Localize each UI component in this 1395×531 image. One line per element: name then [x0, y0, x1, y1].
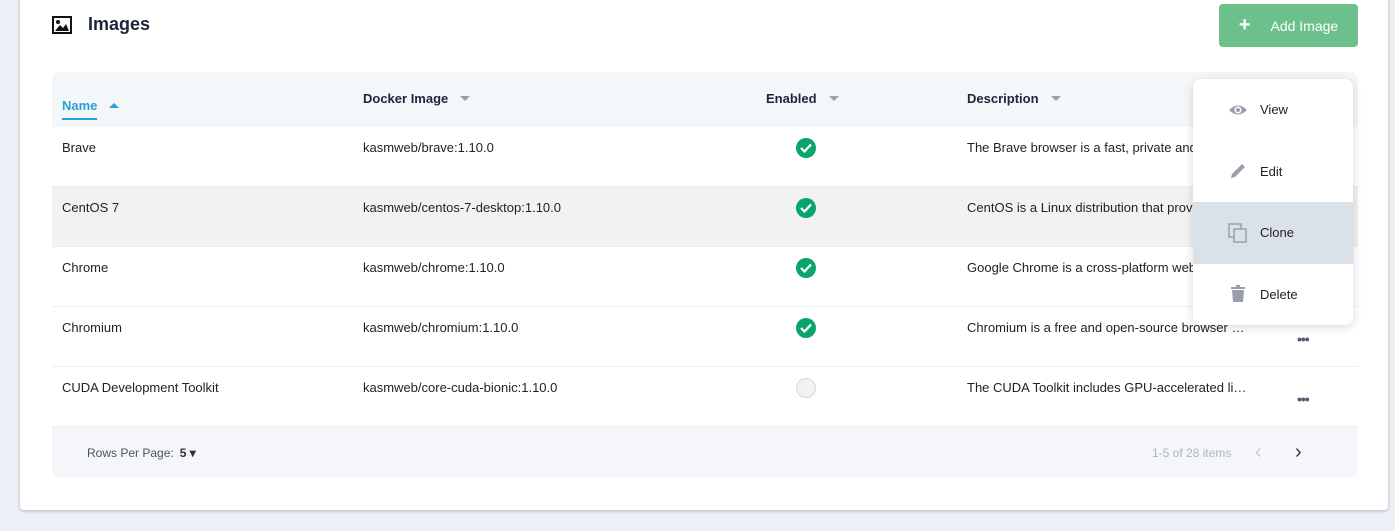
cell-description: The CUDA Toolkit includes GPU-accelerate… — [967, 380, 1249, 395]
column-header-name[interactable]: Name — [62, 91, 120, 120]
more-actions-icon[interactable]: ••• — [1297, 391, 1310, 407]
clone-icon — [1228, 223, 1247, 243]
page-title: Images — [52, 14, 150, 35]
cell-name: CUDA Development Toolkit — [62, 380, 219, 395]
table-row[interactable]: Chrome kasmweb/chrome:1.10.0 Google Chro… — [52, 247, 1358, 307]
menu-item-view[interactable]: View — [1193, 79, 1353, 141]
table-header: Name Docker Image Enabled Description — [52, 72, 1358, 127]
menu-item-label: Delete — [1260, 286, 1298, 302]
sort-caret-icon — [460, 96, 471, 101]
disabled-circle-icon — [796, 378, 816, 398]
column-label: Description — [967, 91, 1039, 106]
rows-per-page: Rows Per Page: 5 ▾ — [87, 446, 196, 460]
column-label: Docker Image — [363, 91, 449, 106]
previous-page-icon[interactable]: ‹ — [1255, 441, 1262, 464]
cell-name: Chrome — [62, 260, 109, 275]
table-row[interactable]: Chromium kasmweb/chromium:1.10.0 Chromiu… — [52, 307, 1358, 367]
table-row[interactable]: CentOS 7 kasmweb/centos-7-desktop:1.10.0… — [52, 187, 1358, 247]
add-image-label: Add Image — [1270, 17, 1339, 34]
more-actions-icon[interactable]: ••• — [1297, 331, 1310, 347]
menu-item-label: View — [1260, 102, 1288, 118]
rows-per-page-value: 5 — [179, 446, 187, 460]
column-header-enabled[interactable]: Enabled — [766, 91, 839, 106]
page-title-text: Images — [88, 14, 151, 34]
eye-icon — [1229, 105, 1247, 115]
cell-docker-image: kasmweb/chromium:1.10.0 — [363, 320, 519, 335]
enabled-check-icon — [796, 318, 816, 338]
cell-name: Brave — [62, 140, 96, 155]
menu-item-label: Clone — [1260, 225, 1294, 241]
menu-item-label: Edit — [1260, 163, 1283, 179]
table-row[interactable]: Brave kasmweb/brave:1.10.0 The Brave bro… — [52, 127, 1358, 187]
column-header-description[interactable]: Description — [967, 91, 1061, 106]
table-footer: Rows Per Page: 5 ▾ 1-5 of 28 items ‹ › — [52, 427, 1358, 478]
cell-docker-image: kasmweb/centos-7-desktop:1.10.0 — [363, 200, 561, 215]
cell-name: Chromium — [62, 320, 122, 335]
cell-name: CentOS 7 — [62, 200, 120, 215]
menu-item-delete[interactable]: Delete — [1193, 264, 1353, 326]
enabled-check-icon — [796, 198, 816, 218]
table-row[interactable]: CUDA Development Toolkit kasmweb/core-cu… — [52, 367, 1358, 427]
sort-caret-icon — [1050, 96, 1061, 101]
column-header-docker-image[interactable]: Docker Image — [363, 91, 471, 106]
pencil-icon — [1231, 164, 1245, 179]
enabled-check-icon — [796, 258, 816, 278]
sort-asc-icon — [109, 103, 120, 108]
cell-docker-image: kasmweb/core-cuda-bionic:1.10.0 — [363, 380, 558, 395]
row-actions-menu: View Edit Clone Delete — [1193, 79, 1353, 325]
trash-icon — [1231, 285, 1245, 303]
sort-caret-icon — [828, 96, 839, 101]
cell-docker-image: kasmweb/brave:1.10.0 — [363, 140, 494, 155]
rows-per-page-select[interactable]: 5 ▾ — [180, 446, 196, 460]
image-icon — [52, 15, 72, 34]
cell-docker-image: kasmweb/chrome:1.10.0 — [363, 260, 505, 275]
menu-item-clone[interactable]: Clone — [1193, 202, 1353, 264]
add-image-button[interactable]: + Add Image — [1219, 4, 1358, 47]
menu-item-edit[interactable]: Edit — [1193, 141, 1353, 203]
enabled-check-icon — [796, 138, 816, 158]
column-label: Name — [62, 98, 98, 120]
images-table: Name Docker Image Enabled Description Br… — [52, 72, 1358, 478]
page-info: 1-5 of 28 items — [1152, 446, 1232, 460]
column-label: Enabled — [766, 91, 817, 106]
plus-icon: + — [1238, 14, 1251, 36]
rows-per-page-label: Rows Per Page: — [87, 446, 174, 460]
next-page-icon[interactable]: › — [1295, 441, 1302, 464]
